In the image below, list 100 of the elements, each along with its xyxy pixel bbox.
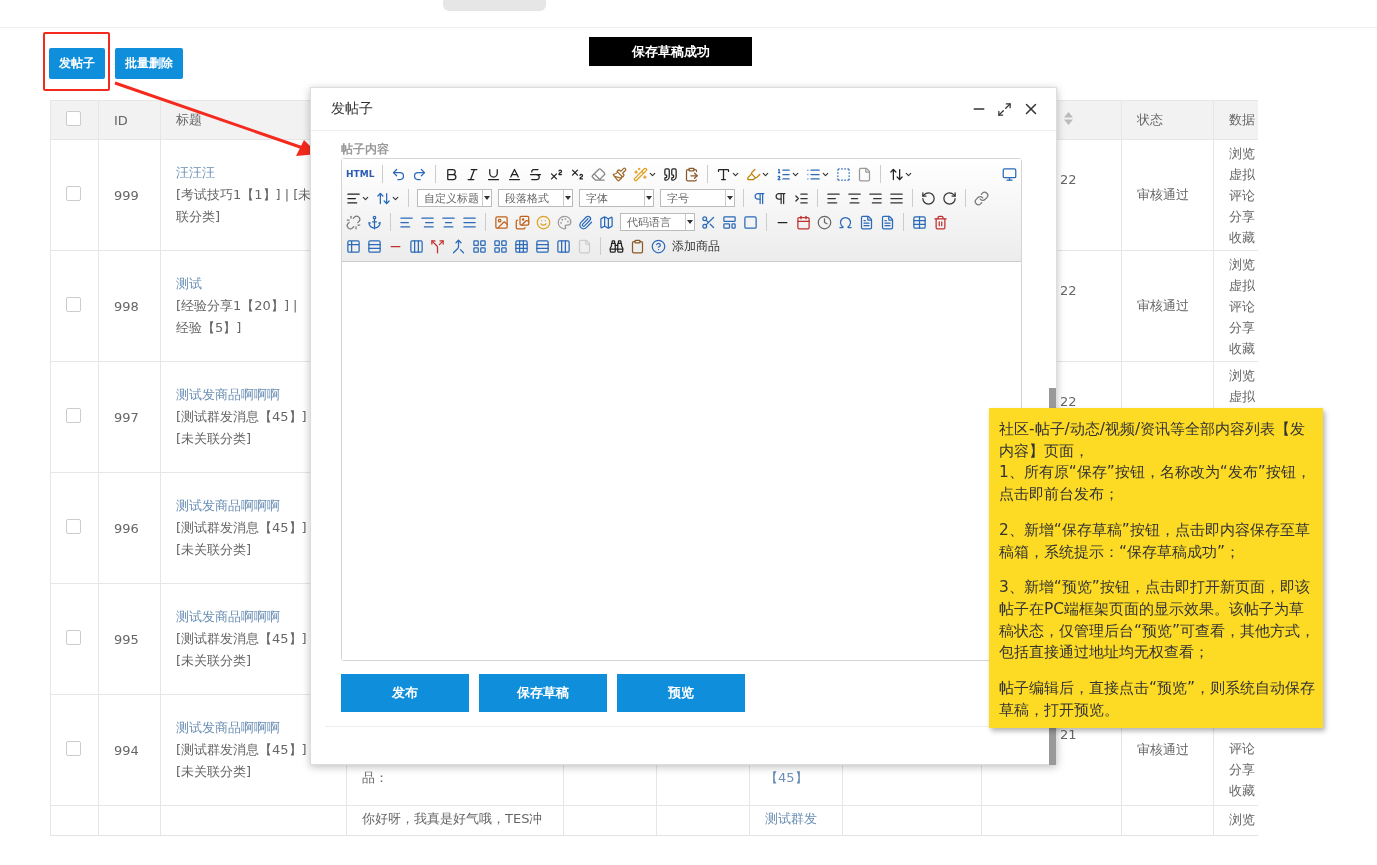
split-columns-icon[interactable]	[556, 238, 571, 254]
font-color-icon[interactable]	[716, 166, 732, 182]
row-checkbox[interactable]	[66, 519, 81, 534]
align-center-icon[interactable]	[847, 190, 862, 206]
table-title-icon[interactable]	[346, 238, 361, 254]
select-all-checkbox[interactable]	[66, 111, 81, 126]
id-cell: 995	[114, 631, 139, 647]
link-icon[interactable]	[974, 190, 989, 206]
insert-row-icon[interactable]	[367, 238, 382, 254]
content-text: 品：	[362, 769, 389, 787]
dropdown[interactable]: 段落格式	[498, 189, 573, 207]
caret-icon[interactable]	[565, 196, 571, 200]
group-text: 测试群发	[765, 810, 818, 828]
maximize-icon[interactable]	[997, 101, 1012, 117]
map-icon[interactable]	[599, 214, 614, 230]
paste-text-icon[interactable]	[684, 166, 700, 182]
left-to-right-icon[interactable]	[752, 190, 767, 206]
merge-cells-icon[interactable]	[451, 238, 466, 254]
dropdown[interactable]: 代码语言	[620, 213, 695, 231]
paragraph-spacing-icon[interactable]	[346, 190, 361, 206]
ordered-list-icon[interactable]	[776, 166, 792, 182]
image-icon[interactable]	[494, 214, 509, 230]
align-left-icon[interactable]	[826, 190, 841, 206]
underline-icon[interactable]	[486, 166, 502, 182]
page-icon[interactable]	[857, 166, 873, 182]
align-right-icon[interactable]	[868, 190, 883, 206]
select-all-icon[interactable]	[836, 166, 852, 182]
brush-icon[interactable]	[612, 166, 628, 182]
content-text: 你好呀，我真是好气哦，TES冲	[362, 810, 544, 828]
unlink-icon[interactable]	[346, 214, 361, 230]
action-button[interactable]: 批量删除	[115, 48, 183, 79]
template-icon[interactable]	[722, 214, 737, 230]
id-cell: 999	[114, 187, 139, 203]
split-cells-icon[interactable]	[514, 238, 529, 254]
search-icon[interactable]	[609, 238, 624, 254]
eraser-icon[interactable]	[591, 166, 607, 182]
calendar-icon[interactable]	[796, 214, 811, 230]
category-text: [测试群发消息【45】]	[176, 408, 308, 426]
indent-icon[interactable]	[794, 190, 809, 206]
id-cell: 998	[114, 298, 139, 314]
dialog-button[interactable]: 发布	[341, 674, 469, 712]
category-text: [经验分享1【20】] |	[176, 297, 299, 315]
quote-icon[interactable]	[663, 166, 679, 182]
clipboard-icon[interactable]	[630, 238, 645, 254]
italic-icon[interactable]	[465, 166, 481, 182]
strikethrough-icon[interactable]	[528, 166, 544, 182]
letter-icon[interactable]	[507, 166, 523, 182]
image-center-icon[interactable]	[441, 214, 456, 230]
caret-icon[interactable]	[687, 220, 693, 224]
split-rows-icon[interactable]	[535, 238, 550, 254]
attachment-icon[interactable]	[578, 214, 593, 230]
anchor-icon[interactable]	[367, 214, 382, 230]
stat-text: 评论	[1229, 298, 1256, 316]
row-checkbox[interactable]	[66, 630, 81, 645]
row-checkbox[interactable]	[66, 186, 81, 201]
help-icon[interactable]	[651, 238, 666, 254]
dialog-button[interactable]: 预览	[617, 674, 745, 712]
html-source-button[interactable]: HTML	[346, 169, 375, 179]
category-text: 经验【5】]	[176, 319, 243, 337]
undo-icon[interactable]	[391, 166, 407, 182]
clock-icon[interactable]	[817, 214, 832, 230]
stat-text: 收藏	[1229, 340, 1256, 358]
images-icon[interactable]	[515, 214, 530, 230]
dialog-button[interactable]: 保存草稿	[479, 674, 607, 712]
stat-text: 评论	[1229, 740, 1256, 758]
id-cell: 996	[114, 520, 139, 536]
row-checkbox[interactable]	[66, 297, 81, 312]
stat-text: 虚拟	[1229, 166, 1256, 184]
superscript-icon[interactable]	[549, 166, 565, 182]
dropdown[interactable]: 字号	[660, 189, 735, 207]
group-text: 【45】	[765, 769, 809, 787]
stat-text: 评论	[1229, 187, 1256, 205]
category-text: [未关联分类]	[176, 652, 253, 670]
delete-table-icon[interactable]	[933, 214, 948, 230]
right-to-left-icon[interactable]	[773, 190, 788, 206]
stat-text: 浏览	[1229, 367, 1256, 385]
spacing-icon[interactable]	[889, 166, 905, 182]
bullet-list-icon[interactable]	[806, 166, 822, 182]
caret-icon[interactable]	[646, 196, 652, 200]
row-checkbox[interactable]	[66, 741, 81, 756]
justify-icon[interactable]	[889, 190, 904, 206]
omega-icon[interactable]	[838, 214, 853, 230]
subscript-icon[interactable]	[570, 166, 586, 182]
monitor-icon[interactable]	[1002, 166, 1017, 182]
image-block-icon[interactable]	[462, 214, 477, 230]
caret-icon[interactable]	[727, 196, 733, 200]
image-left-icon[interactable]	[399, 214, 414, 230]
row-checkbox[interactable]	[66, 408, 81, 423]
redo-icon[interactable]	[412, 166, 428, 182]
insert-column-icon[interactable]	[409, 238, 424, 254]
id-cell: 997	[114, 409, 139, 425]
palette-icon[interactable]	[557, 214, 572, 230]
add-goods-button[interactable]: 添加商品	[672, 237, 720, 255]
action-button[interactable]: 发帖子	[49, 48, 105, 79]
dropdown[interactable]: 自定义标题	[417, 189, 492, 207]
dropdown[interactable]: 字体	[579, 189, 654, 207]
table-icon[interactable]	[912, 214, 927, 230]
image-right-icon[interactable]	[420, 214, 435, 230]
caret-icon[interactable]	[484, 196, 490, 200]
line-height-icon[interactable]	[376, 190, 391, 206]
